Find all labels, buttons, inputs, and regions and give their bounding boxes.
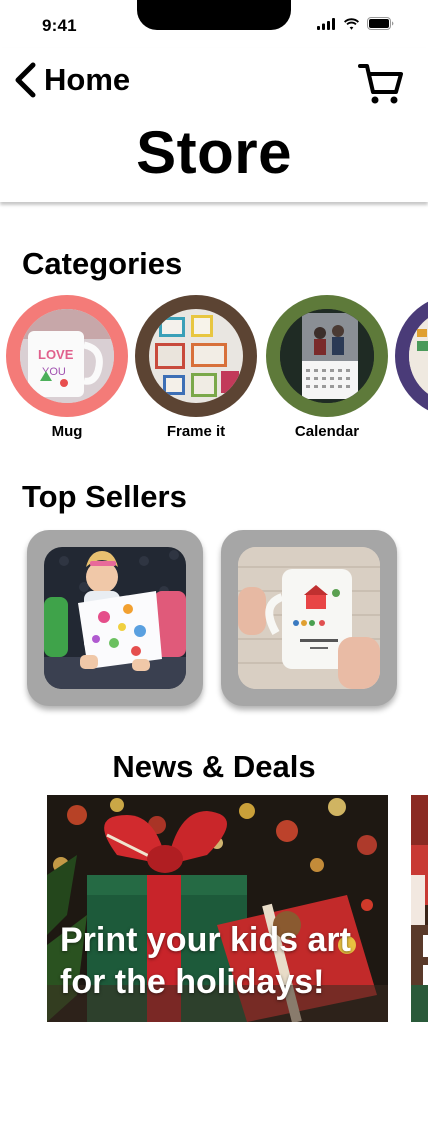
news-card-holidays[interactable]: Print your kids art for the holidays! <box>47 795 388 1022</box>
news-card-partial[interactable] <box>411 795 428 1022</box>
category-calendar[interactable]: Calendar <box>266 295 388 440</box>
category-label: Calendar <box>294 423 360 440</box>
news-headline-line1: Print your kids art <box>60 921 351 959</box>
top-seller-card-mug[interactable] <box>221 530 397 706</box>
pillow-image <box>44 547 186 689</box>
news-carousel[interactable]: Print your kids art for the holidays! <box>0 795 428 1023</box>
category-image <box>409 309 428 403</box>
category-mug[interactable]: LOVE YOU Mug <box>6 295 128 440</box>
top-sellers-heading: Top Sellers <box>22 479 187 514</box>
category-label: Frame it <box>166 423 226 440</box>
back-button[interactable]: Home <box>12 62 130 98</box>
mug-photo-image <box>238 547 380 689</box>
category-frame-it[interactable]: Frame it <box>135 295 257 440</box>
category-ring <box>135 295 257 417</box>
category-ring <box>395 295 428 417</box>
news-partial-image <box>411 795 428 1022</box>
category-ring <box>266 295 388 417</box>
cart-button[interactable] <box>358 62 404 111</box>
chevron-left-icon <box>15 62 36 98</box>
calendar-image <box>280 309 374 403</box>
back-label: Home <box>44 62 131 97</box>
status-icons <box>317 17 394 30</box>
news-headline: Print your kids art for the holidays! <box>60 919 351 1003</box>
header: Home Store <box>0 48 428 202</box>
news-deals-heading: News & Deals <box>112 749 316 784</box>
news-headline-line2: for the holidays! <box>60 963 325 1001</box>
battery-icon <box>367 17 394 30</box>
device-notch <box>137 0 291 30</box>
category-partial[interactable] <box>395 295 428 423</box>
page-title: Store <box>136 119 292 186</box>
categories-heading: Categories <box>22 246 183 281</box>
frames-image <box>149 309 243 403</box>
mug-image: LOVE YOU <box>20 309 114 403</box>
top-seller-card-pillow[interactable] <box>27 530 203 706</box>
cart-icon <box>358 64 403 104</box>
wifi-icon <box>344 17 359 30</box>
status-bar: 9:41 <box>0 0 428 48</box>
category-ring: LOVE YOU <box>6 295 128 417</box>
status-time: 9:41 <box>42 16 77 35</box>
categories-carousel[interactable]: LOVE YOU Mug Frame it Calendar <box>0 295 428 445</box>
svg-text:LOVE: LOVE <box>38 347 74 362</box>
category-label: Mug <box>51 423 83 440</box>
signal-icon <box>317 17 335 30</box>
